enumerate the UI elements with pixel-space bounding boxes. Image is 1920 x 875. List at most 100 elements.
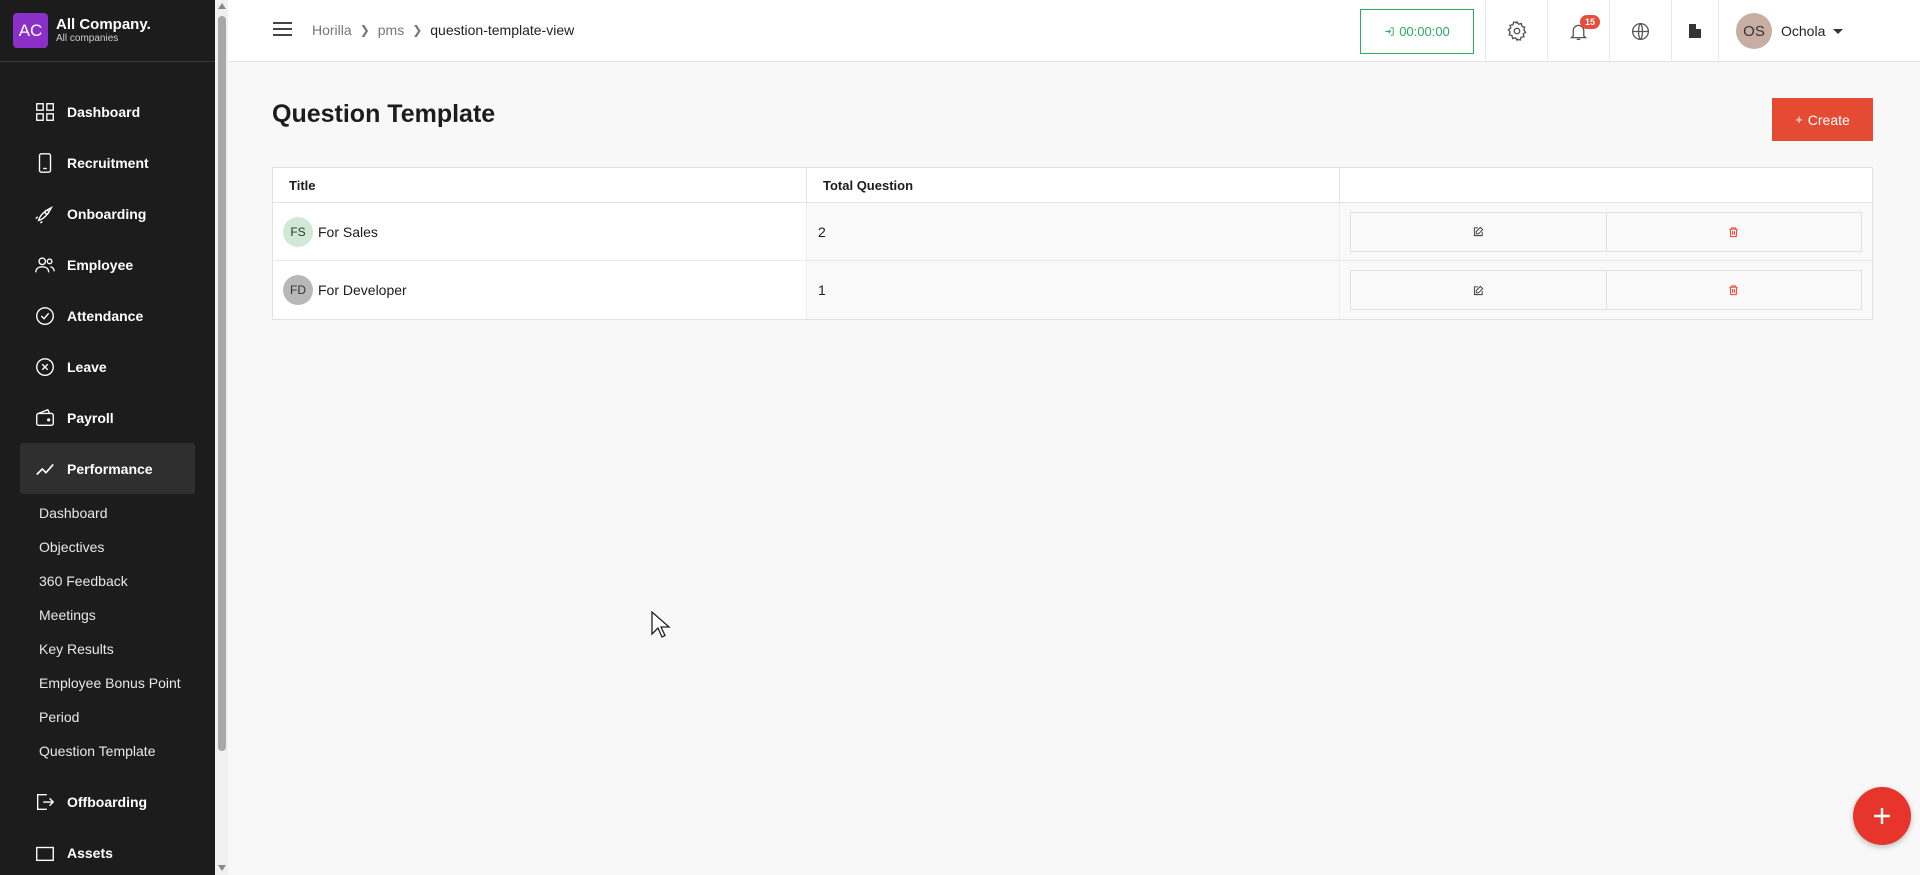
- table-row[interactable]: FD For Developer 1: [273, 261, 1872, 319]
- floating-add-button[interactable]: [1853, 787, 1911, 845]
- scroll-up-icon[interactable]: [218, 3, 226, 9]
- avatar: OS: [1736, 13, 1772, 49]
- submenu-item[interactable]: Question Template: [20, 734, 195, 768]
- company-switcher[interactable]: AC All Company. All companies: [0, 0, 215, 62]
- gear-icon: [1506, 20, 1527, 42]
- hamburger-icon[interactable]: [273, 22, 292, 38]
- sidebar-item-label: Assets: [67, 844, 113, 861]
- table-header: Title Total Question: [273, 168, 1872, 203]
- plus-icon: [1874, 808, 1890, 824]
- company-name: All Company.: [56, 15, 151, 33]
- submenu-item[interactable]: 360 Feedback: [20, 564, 195, 598]
- breadcrumb-item[interactable]: pms: [378, 22, 404, 38]
- breadcrumb-item[interactable]: Horilla: [312, 22, 352, 38]
- submenu-item[interactable]: Dashboard: [20, 496, 195, 530]
- sidebar-item-label: Performance: [67, 460, 153, 477]
- check-in-timer-button[interactable]: 00:00:00: [1360, 9, 1474, 54]
- scroll-thumb[interactable]: [218, 16, 226, 751]
- sidebar-item-performance[interactable]: Performance: [20, 443, 195, 494]
- sidebar-item-employee[interactable]: Employee: [20, 239, 195, 290]
- column-header-title: Title: [273, 168, 807, 202]
- total-question-cell: 1: [807, 261, 1340, 319]
- breadcrumb-current: question-template-view: [430, 22, 575, 38]
- sidebar-item-onboarding[interactable]: Onboarding: [20, 188, 195, 239]
- notification-badge: 15: [1580, 15, 1601, 29]
- template-title: For Developer: [318, 282, 407, 298]
- globe-icon: [1631, 22, 1650, 40]
- sidebar-item-label: Recruitment: [67, 154, 149, 171]
- column-header-total-question: Total Question: [807, 168, 1340, 202]
- sidebar-item-assets[interactable]: Assets: [20, 827, 195, 875]
- actions-cell: [1340, 261, 1872, 319]
- people-icon: [35, 256, 55, 272]
- delete-button[interactable]: [1606, 271, 1861, 309]
- question-template-table: Title Total Question FS For Sales 2 FD F…: [272, 167, 1873, 320]
- trash-icon: [1729, 226, 1738, 237]
- title-cell: FD For Developer: [273, 261, 807, 319]
- create-label: Create: [1807, 111, 1850, 128]
- sidebar-item-label: Attendance: [67, 307, 144, 324]
- avatar: FS: [283, 216, 313, 247]
- timer-value: 00:00:00: [1399, 24, 1450, 39]
- sidebar-item-label: Offboarding: [67, 793, 148, 810]
- edit-button[interactable]: [1351, 212, 1607, 251]
- x-circle-icon: [36, 357, 54, 376]
- total-question-cell: 2: [807, 203, 1340, 260]
- grid-icon: [36, 102, 54, 121]
- topbar: Horilla ❯ pms ❯ question-template-view 0…: [228, 0, 1920, 62]
- sidebar-item-label: Dashboard: [67, 103, 141, 120]
- login-icon: [1385, 27, 1394, 36]
- actions-cell: [1340, 203, 1872, 260]
- edit-button[interactable]: [1351, 271, 1607, 309]
- sidebar-scrollbar[interactable]: [215, 0, 228, 875]
- sidebar-item-label: Employee: [67, 256, 134, 273]
- submenu-item[interactable]: Meetings: [20, 598, 195, 632]
- company-button[interactable]: [1671, 0, 1718, 62]
- trash-icon: [1729, 285, 1738, 296]
- submenu-item[interactable]: Period: [20, 700, 195, 734]
- chevron-right-icon: ❯: [412, 23, 423, 37]
- scroll-down-icon[interactable]: [218, 865, 226, 871]
- edit-icon: [1473, 285, 1484, 295]
- sidebar-item-offboarding[interactable]: Offboarding: [20, 776, 195, 827]
- sidebar-item-label: Payroll: [67, 409, 114, 426]
- rocket-icon: [35, 205, 53, 224]
- language-button[interactable]: [1609, 0, 1671, 62]
- template-title: For Sales: [318, 223, 378, 240]
- laptop-icon: [36, 846, 54, 861]
- sidebar-item-label: Leave: [67, 358, 107, 375]
- edit-icon: [1473, 226, 1484, 237]
- settings-button[interactable]: [1485, 0, 1547, 62]
- sidebar-item-attendance[interactable]: Attendance: [20, 290, 195, 341]
- plus-icon: +: [1795, 112, 1803, 127]
- trend-icon: [36, 463, 54, 475]
- create-button[interactable]: + Create: [1772, 98, 1873, 141]
- sidebar-item-label: Onboarding: [67, 205, 147, 222]
- check-circle-icon: [36, 306, 54, 325]
- sidebar: AC All Company. All companies Dashboard …: [0, 0, 215, 875]
- sidebar-item-payroll[interactable]: Payroll: [20, 392, 195, 443]
- notifications-button[interactable]: 15: [1547, 0, 1609, 62]
- page-title: Question Template: [272, 100, 496, 128]
- building-icon: [1689, 24, 1701, 38]
- sidebar-item-leave[interactable]: Leave: [20, 341, 195, 392]
- chevron-right-icon: ❯: [359, 23, 370, 37]
- sidebar-item-recruitment[interactable]: Recruitment: [20, 137, 195, 188]
- submenu-item[interactable]: Objectives: [20, 530, 195, 564]
- sidebar-item-dashboard[interactable]: Dashboard: [20, 86, 195, 137]
- performance-submenu: Dashboard Objectives 360 Feedback Meetin…: [20, 494, 195, 776]
- exit-icon: [36, 793, 55, 810]
- table-row[interactable]: FS For Sales 2: [273, 203, 1872, 261]
- column-header-actions: [1340, 168, 1872, 202]
- mouse-cursor-icon: [651, 611, 671, 638]
- phone-icon: [38, 152, 52, 173]
- company-subtitle: All companies: [56, 33, 119, 45]
- submenu-item[interactable]: Key Results: [20, 632, 195, 666]
- delete-button[interactable]: [1606, 212, 1861, 251]
- title-cell: FS For Sales: [273, 203, 807, 260]
- submenu-item[interactable]: Employee Bonus Point: [20, 666, 195, 700]
- user-menu[interactable]: OS Ochola: [1718, 0, 1844, 62]
- avatar: FD: [283, 275, 313, 305]
- caret-down-icon: [1833, 28, 1844, 34]
- user-name: Ochola: [1781, 23, 1826, 39]
